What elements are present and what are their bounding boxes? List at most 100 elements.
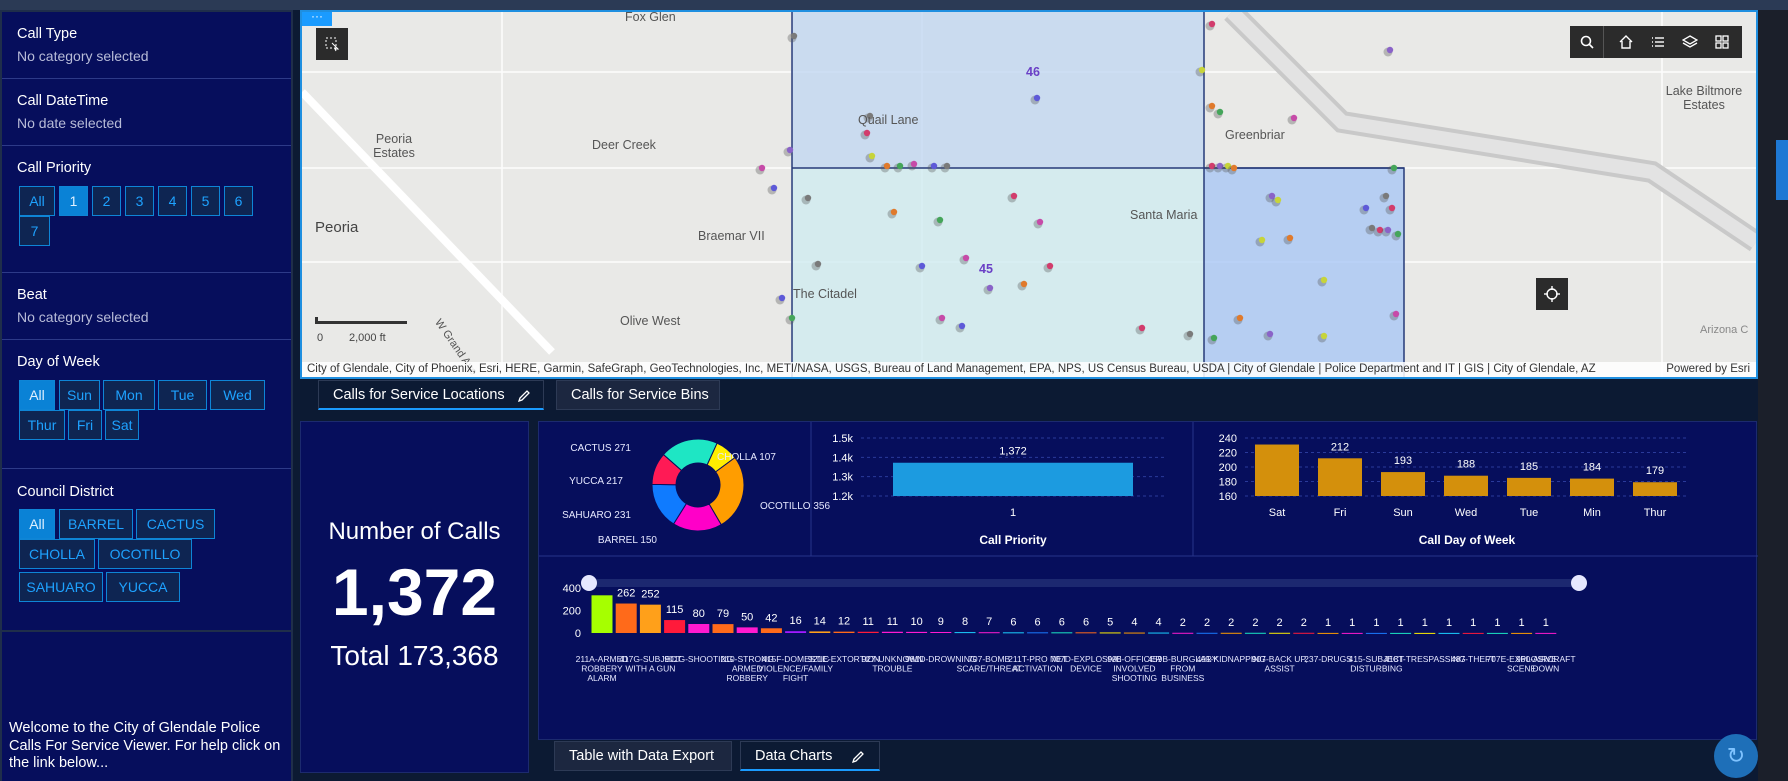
call-point[interactable] <box>1036 218 1044 226</box>
bar[interactable] <box>1075 632 1097 634</box>
tab-data-charts[interactable]: Data Charts <box>740 741 880 771</box>
call_priority-chip[interactable]: 5 <box>191 186 220 216</box>
council_district-chip[interactable]: BARREL <box>59 509 133 539</box>
call-point[interactable] <box>1392 310 1400 318</box>
call-point[interactable] <box>1186 330 1194 338</box>
bar[interactable] <box>906 631 928 633</box>
call-point[interactable] <box>1362 204 1370 212</box>
bar[interactable] <box>1444 475 1488 496</box>
call_priority-chip[interactable]: 1 <box>59 186 88 216</box>
bar[interactable] <box>1220 632 1242 634</box>
bar[interactable] <box>1462 632 1484 634</box>
bar[interactable] <box>736 627 758 633</box>
call-point[interactable] <box>1208 20 1216 28</box>
call-point[interactable] <box>1382 192 1390 200</box>
filter-call-type[interactable]: Call Type No category selected <box>2 12 291 79</box>
bar[interactable] <box>1123 632 1145 634</box>
call-point[interactable] <box>883 162 891 170</box>
call-point[interactable] <box>1388 204 1396 212</box>
call-point[interactable] <box>1274 196 1282 204</box>
beat-45-polygon[interactable] <box>792 168 1204 377</box>
bar[interactable] <box>857 631 879 633</box>
call_priority-chip[interactable]: All <box>19 186 55 216</box>
call-point[interactable] <box>930 162 938 170</box>
map-view[interactable]: Fox Glen Quail Lane Peoria Estates Deer … <box>300 10 1758 379</box>
call-point[interactable] <box>962 254 970 262</box>
call-point[interactable] <box>1386 46 1394 54</box>
call-point[interactable] <box>1046 262 1054 270</box>
bar[interactable] <box>1633 482 1677 496</box>
day_of_week-chip[interactable]: Fri <box>68 410 102 440</box>
call-point[interactable] <box>786 146 794 154</box>
bar[interactable] <box>712 624 734 633</box>
bar[interactable] <box>1269 632 1291 634</box>
bar[interactable] <box>1293 632 1315 634</box>
call-point[interactable] <box>1020 280 1028 288</box>
call-point[interactable] <box>958 322 966 330</box>
call-point[interactable] <box>936 216 944 224</box>
call-point[interactable] <box>1010 192 1018 200</box>
call-point[interactable] <box>1230 164 1238 172</box>
list-icon[interactable] <box>1642 26 1674 58</box>
bar[interactable] <box>1486 632 1508 634</box>
call-point[interactable] <box>1290 114 1298 122</box>
day_of_week-chip[interactable]: Thur <box>19 410 65 440</box>
call-point[interactable] <box>1208 102 1216 110</box>
call-point[interactable] <box>1033 94 1041 102</box>
day_of_week-chip[interactable]: Wed <box>210 380 265 410</box>
bar[interactable] <box>1535 632 1557 634</box>
bar[interactable] <box>591 595 613 633</box>
call-point[interactable] <box>910 160 918 168</box>
call_priority-chip[interactable]: 6 <box>224 186 253 216</box>
council_district-chip[interactable]: SAHUARO <box>19 572 103 602</box>
call-point[interactable] <box>986 284 994 292</box>
bar[interactable] <box>615 603 637 633</box>
call-point[interactable] <box>1286 234 1294 242</box>
edit-icon[interactable] <box>851 750 865 764</box>
tab-calls-bins[interactable]: Calls for Service Bins <box>556 380 720 410</box>
call-point[interactable] <box>1390 164 1398 172</box>
bar[interactable] <box>1414 632 1436 634</box>
bar[interactable] <box>688 624 710 633</box>
layers-icon[interactable] <box>1674 26 1706 58</box>
day_of_week-chip[interactable]: Mon <box>103 380 155 410</box>
bar[interactable] <box>1172 632 1194 634</box>
bar[interactable] <box>760 628 782 633</box>
call-point[interactable] <box>788 314 796 322</box>
call-point[interactable] <box>1216 108 1224 116</box>
tab-calls-locations[interactable]: Calls for Service Locations <box>318 380 544 410</box>
call-point[interactable] <box>1258 236 1266 244</box>
filter-beat[interactable]: Beat No category selected <box>2 273 291 340</box>
council_district-chip[interactable]: YUCCA <box>106 572 180 602</box>
call-point[interactable] <box>1236 314 1244 322</box>
council_district-chip[interactable]: CHOLLA <box>19 539 95 569</box>
call-point[interactable] <box>890 208 898 216</box>
bar[interactable] <box>1317 632 1339 634</box>
day_of_week-chip[interactable]: Sat <box>105 410 139 440</box>
bar[interactable] <box>1027 632 1049 634</box>
beat-polygon[interactable] <box>1204 168 1404 377</box>
call-point[interactable] <box>790 32 798 40</box>
edit-icon[interactable] <box>517 389 531 403</box>
bar[interactable] <box>1318 458 1362 496</box>
bar[interactable] <box>1511 632 1533 634</box>
call-point[interactable] <box>804 194 812 202</box>
bar[interactable] <box>1570 478 1614 496</box>
bar[interactable] <box>1341 632 1363 634</box>
call-point[interactable] <box>896 162 904 170</box>
bar[interactable] <box>1390 632 1412 634</box>
range-slider-handle-left[interactable] <box>581 575 597 591</box>
day_of_week-chip[interactable]: Sun <box>59 380 100 410</box>
call-point[interactable] <box>918 262 926 270</box>
call-point[interactable] <box>758 164 766 172</box>
bar[interactable] <box>893 462 1133 496</box>
call_priority-chip[interactable]: 4 <box>158 186 187 216</box>
range-slider-handle-right[interactable] <box>1571 575 1587 591</box>
call-point[interactable] <box>868 152 876 160</box>
bar[interactable] <box>1244 632 1266 634</box>
home-icon[interactable] <box>1610 26 1642 58</box>
bar[interactable] <box>1099 632 1121 634</box>
search-icon[interactable] <box>1570 26 1604 58</box>
refresh-icon[interactable]: ↻ <box>1714 734 1758 778</box>
bar[interactable] <box>785 631 807 633</box>
